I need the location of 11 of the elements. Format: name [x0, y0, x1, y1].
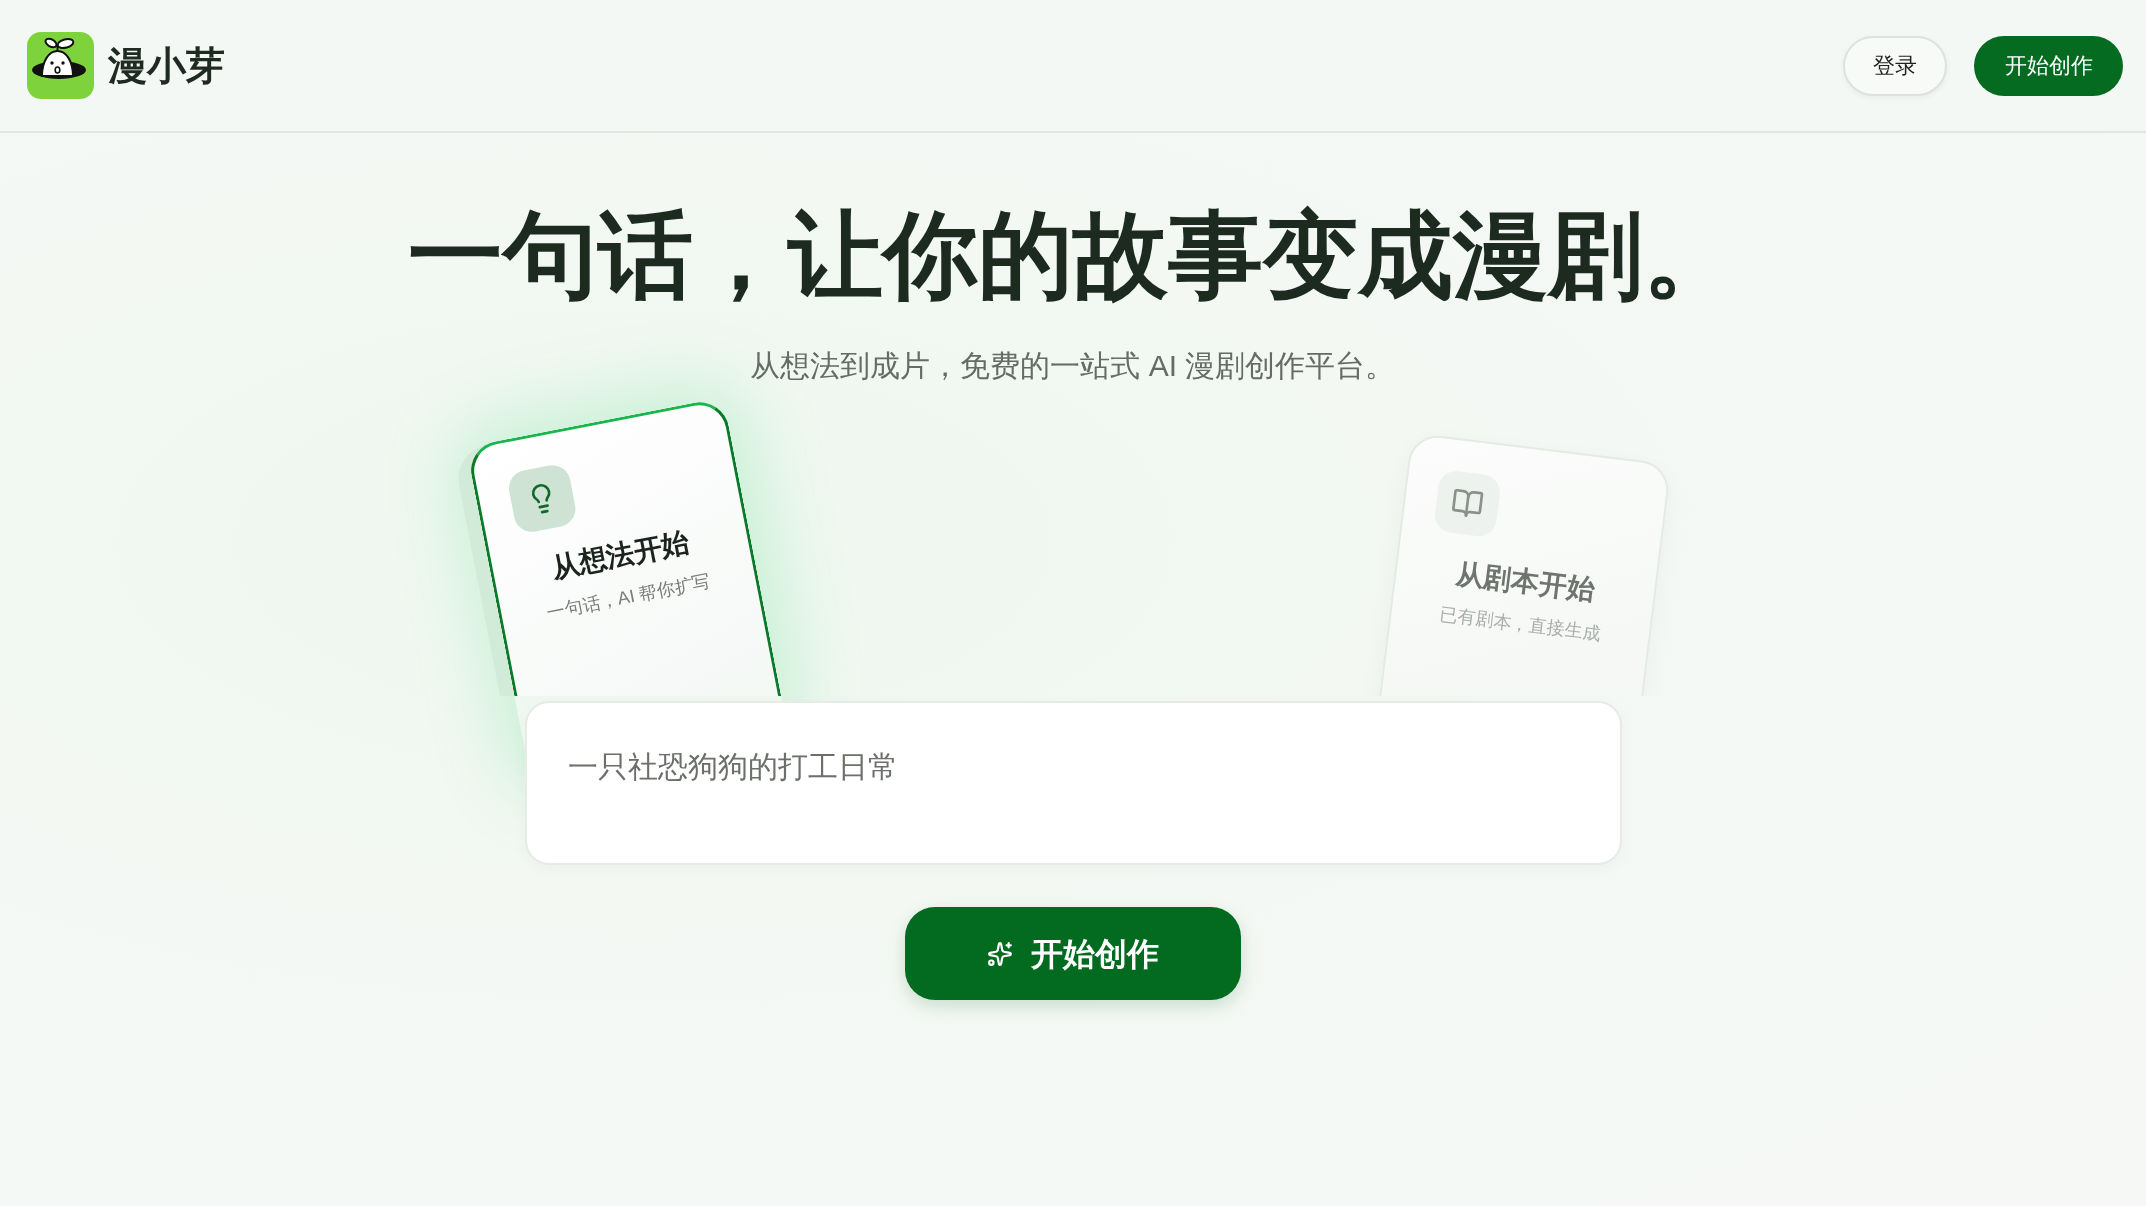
- hero-title: 一句话，让你的故事变成漫剧。: [408, 201, 1738, 310]
- card-title: 从剧本开始: [1453, 557, 1597, 606]
- create-button[interactable]: 开始创作: [905, 907, 1241, 1001]
- start-creating-button[interactable]: 开始创作: [1974, 35, 2123, 96]
- prompt-field[interactable]: 一只社恐狗狗的打工日常: [524, 701, 1622, 866]
- card-description: 已有剧本，直接生成: [1437, 603, 1602, 646]
- hero-subtitle: 从想法到成片，免费的一站式 AI 漫剧创作平台。: [750, 348, 1396, 385]
- sparkles-icon: [987, 940, 1013, 967]
- brand-name: 漫小芽: [108, 46, 225, 85]
- login-button[interactable]: 登录: [1843, 35, 1947, 96]
- logo-icon: [27, 32, 94, 99]
